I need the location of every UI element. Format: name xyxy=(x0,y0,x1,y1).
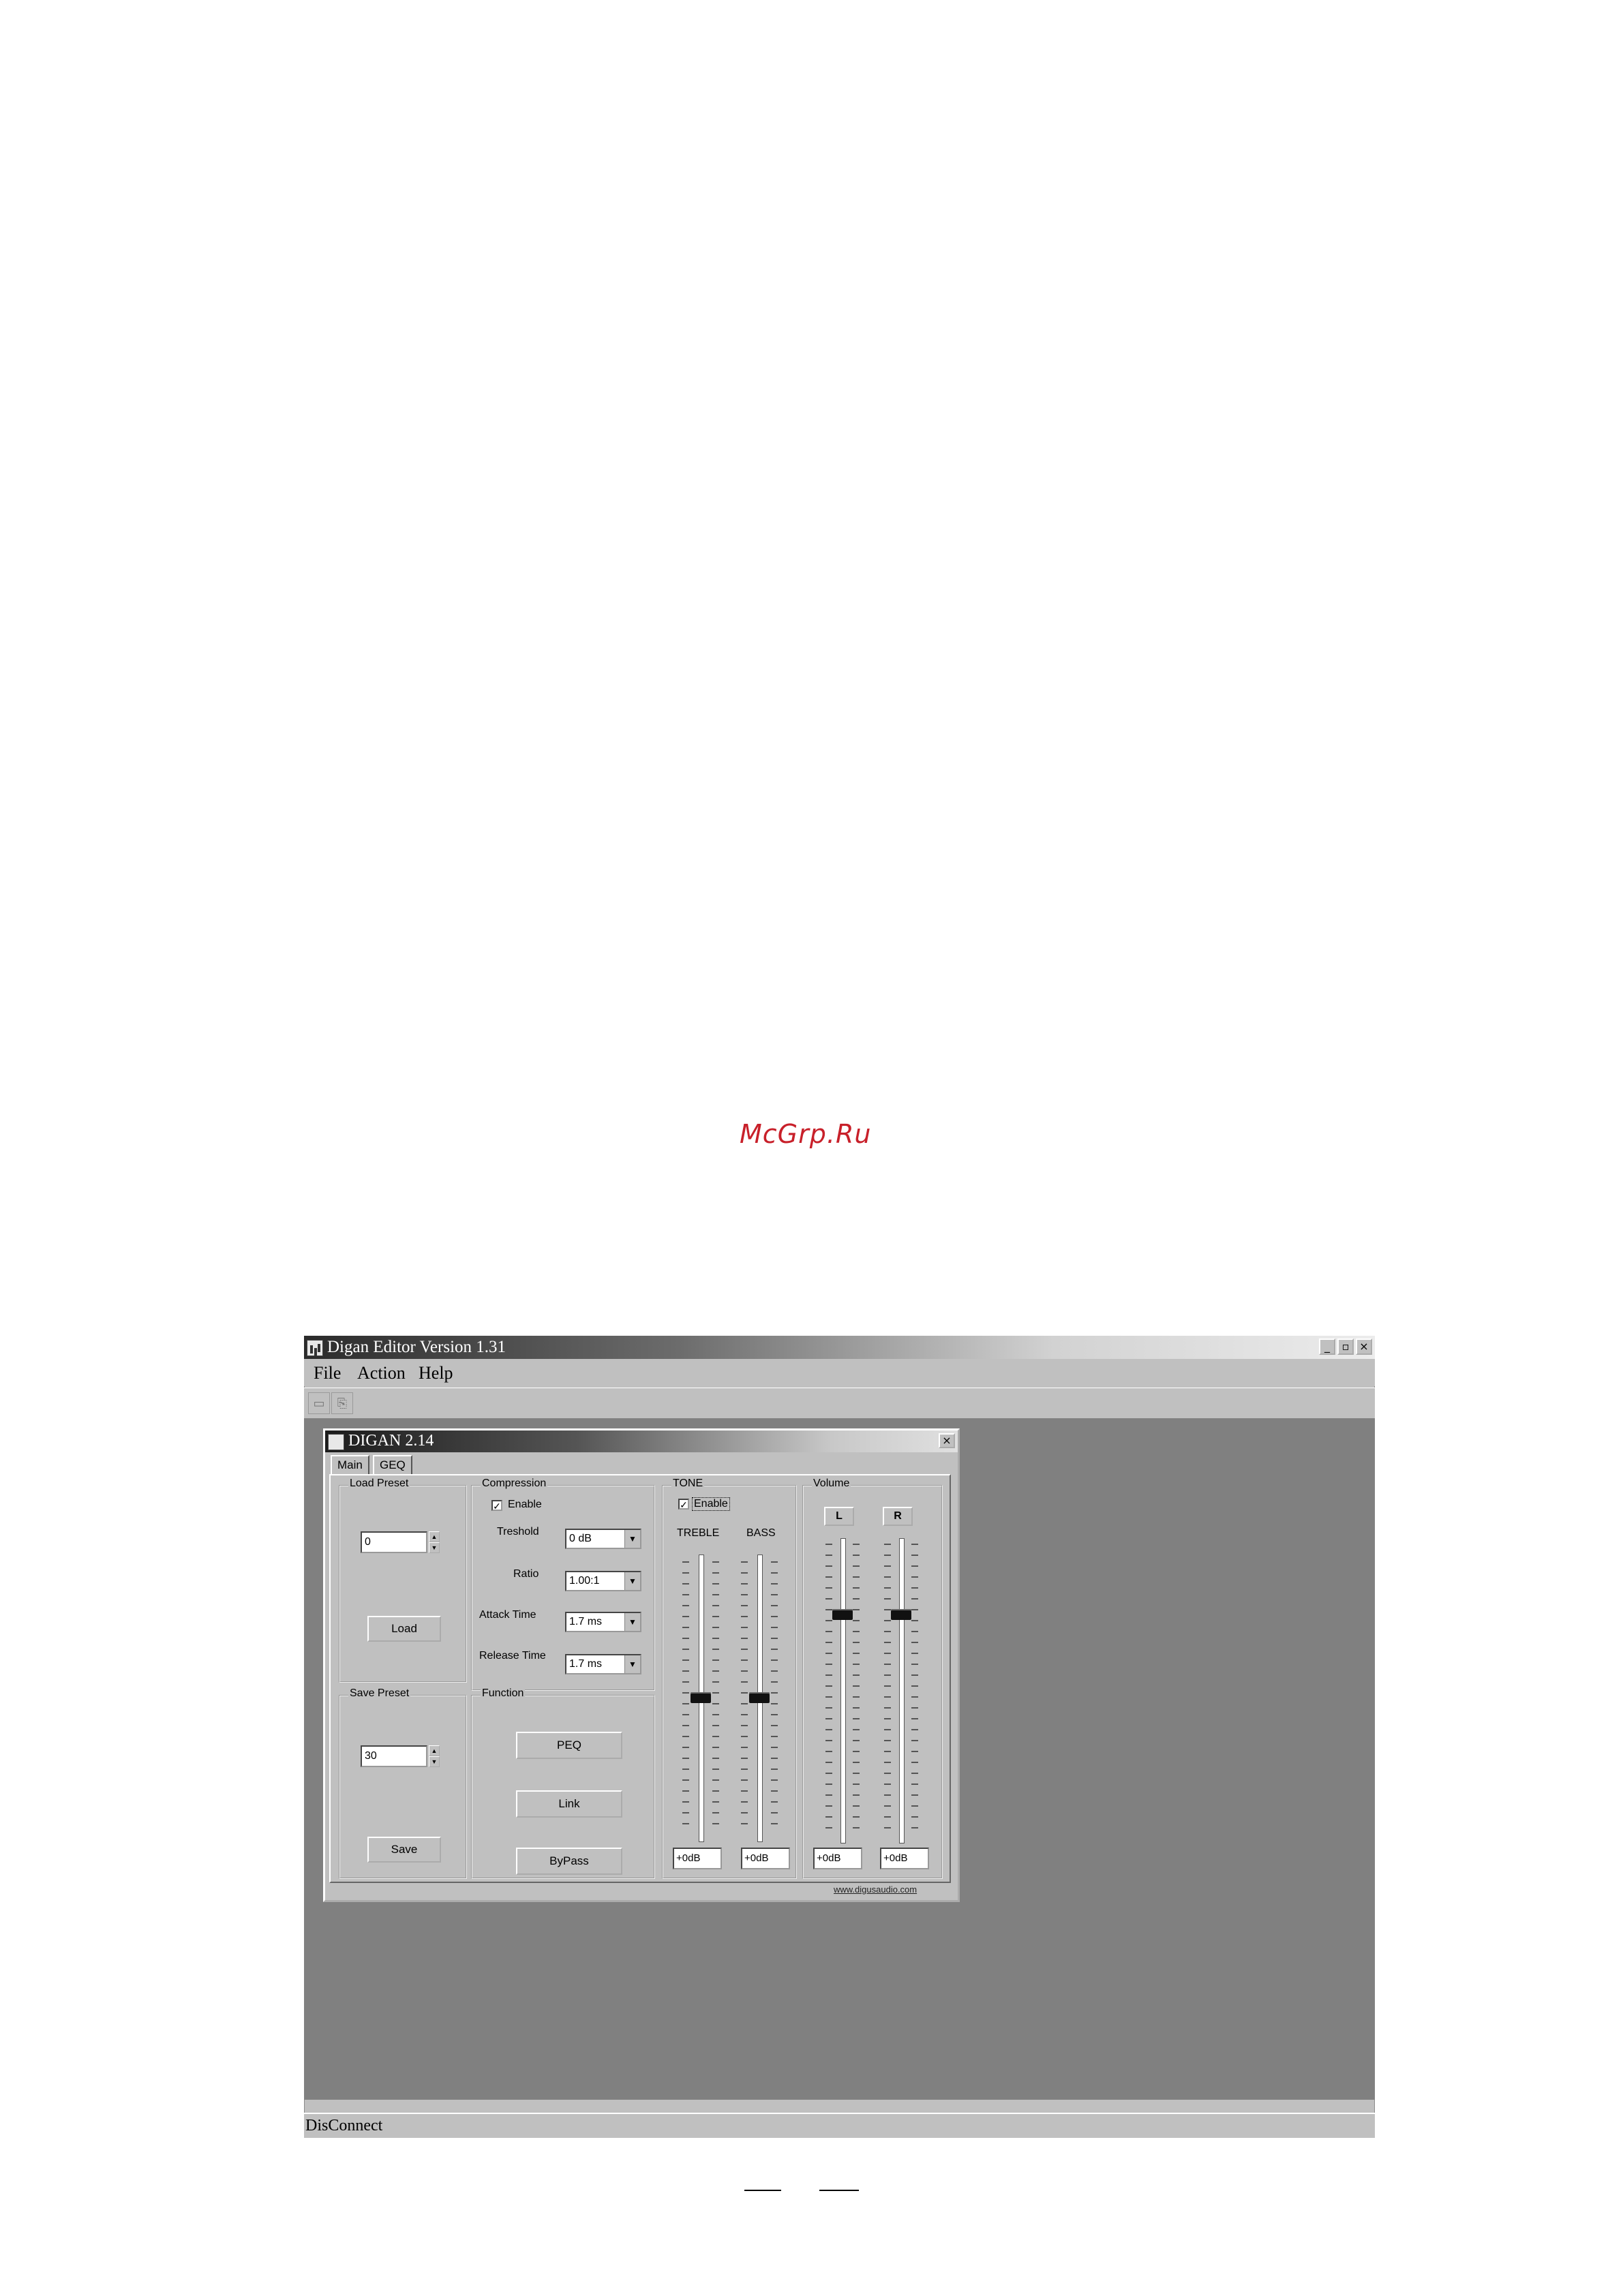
child-close-button[interactable]: × xyxy=(939,1433,955,1448)
ratio-label: Ratio xyxy=(513,1568,539,1580)
app-titlebar[interactable]: Digan Editor Version 1.31 _ ▫ × xyxy=(304,1336,1375,1359)
function-group: Function PEQ Link ByPass xyxy=(471,1687,655,1879)
bass-value[interactable]: +0dB xyxy=(741,1848,790,1869)
chevron-down-icon: ▼ xyxy=(624,1613,640,1631)
bass-label: BASS xyxy=(746,1527,776,1539)
load-preset-spinner[interactable]: ▲ ▼ xyxy=(429,1531,440,1553)
treble-ticks-left xyxy=(682,1561,689,1834)
tone-label: TONE xyxy=(671,1478,705,1490)
load-preset-label: Load Preset xyxy=(348,1478,410,1490)
chevron-down-icon: ▼ xyxy=(624,1572,640,1590)
app-icon xyxy=(307,1340,323,1356)
watermark: McGrp.Ru xyxy=(740,1119,872,1149)
volume-right-header: R xyxy=(883,1507,913,1526)
volume-right-slider[interactable] xyxy=(891,1608,911,1620)
volume-right-ticks-left xyxy=(884,1544,891,1837)
website-link[interactable]: www.digusaudio.com xyxy=(834,1884,917,1895)
close-button[interactable]: × xyxy=(1356,1338,1372,1355)
attack-time-value: 1.7 ms xyxy=(569,1616,603,1627)
tone-group: TONE ✓ Enable TREBLE BASS +0dB +0dB xyxy=(662,1478,797,1879)
bass-ticks-right xyxy=(771,1561,778,1834)
tab-geq[interactable]: GEQ xyxy=(373,1455,412,1474)
volume-right-value[interactable]: +0dB xyxy=(880,1848,929,1869)
treble-value[interactable]: +0dB xyxy=(673,1848,722,1869)
main-tab-panel: Load Preset 0 ▲ ▼ Load Save Preset 30 ▲ ▼ … xyxy=(329,1474,951,1883)
function-label: Function xyxy=(481,1687,526,1700)
volume-left-track xyxy=(840,1538,846,1843)
connection-status: DisConnect xyxy=(305,2117,383,2134)
child-title: DIGAN 2.14 xyxy=(348,1432,434,1450)
chevron-down-icon: ▼ xyxy=(624,1655,640,1673)
digan-child-window: DIGAN 2.14 × Main GEQ Load Preset 0 ▲ ▼ L… xyxy=(323,1428,960,1902)
bypass-button[interactable]: ByPass xyxy=(516,1848,622,1875)
tab-main[interactable]: Main xyxy=(331,1455,369,1474)
load-preset-group: Load Preset 0 ▲ ▼ Load xyxy=(339,1478,467,1683)
volume-left-header: L xyxy=(824,1507,854,1526)
page-number-line-left xyxy=(744,2190,781,2191)
release-time-select[interactable]: 1.7 ms ▼ xyxy=(565,1654,641,1674)
menu-bar: File Action Help xyxy=(304,1359,1375,1386)
app-title: Digan Editor Version 1.31 xyxy=(327,1338,506,1356)
ratio-value: 1.00:1 xyxy=(569,1575,600,1587)
connect-icon[interactable]: ▭ xyxy=(308,1392,330,1414)
volume-left-slider[interactable] xyxy=(832,1608,853,1620)
ratio-select[interactable]: 1.00:1 ▼ xyxy=(565,1571,641,1591)
menu-help[interactable]: Help xyxy=(419,1363,453,1383)
status-bar: DisConnect xyxy=(304,2113,1375,2138)
attack-time-select[interactable]: 1.7 ms ▼ xyxy=(565,1612,641,1632)
menu-action[interactable]: Action xyxy=(357,1363,406,1383)
toolbar: ▭ ⎘ xyxy=(304,1388,1375,1419)
tone-enable-checkbox[interactable]: ✓ xyxy=(678,1499,689,1510)
threshold-select[interactable]: 0 dB ▼ xyxy=(565,1529,641,1549)
volume-left-value[interactable]: +0dB xyxy=(813,1848,862,1869)
treble-ticks-right xyxy=(712,1561,719,1834)
volume-label: Volume xyxy=(812,1478,851,1490)
load-preset-input[interactable]: 0 xyxy=(361,1531,427,1553)
volume-left-ticks-right xyxy=(853,1544,860,1837)
disconnect-icon[interactable]: ⎘ xyxy=(331,1392,353,1414)
attack-time-label: Attack Time xyxy=(479,1609,536,1621)
volume-left-ticks-left xyxy=(825,1544,832,1837)
bass-ticks-left xyxy=(741,1561,748,1834)
release-time-value: 1.7 ms xyxy=(569,1658,603,1670)
page-number-line-right xyxy=(819,2190,859,2191)
release-time-label: Release Time xyxy=(479,1650,546,1662)
volume-group: Volume L R +0dB +0dB xyxy=(802,1478,943,1879)
compression-group: Compression ✓ Enable Treshold 0 dB ▼ Rati… xyxy=(471,1478,655,1691)
child-app-icon xyxy=(328,1434,344,1450)
treble-slider[interactable] xyxy=(691,1692,711,1703)
save-preset-label: Save Preset xyxy=(348,1687,411,1700)
chevron-down-icon: ▼ xyxy=(624,1530,640,1548)
threshold-label: Treshold xyxy=(497,1526,539,1537)
bass-slider[interactable] xyxy=(749,1692,770,1703)
volume-right-ticks-right xyxy=(911,1544,918,1837)
save-preset-group: Save Preset 30 ▲ ▼ Save xyxy=(339,1687,467,1879)
app-window: Digan Editor Version 1.31 _ ▫ × File Act… xyxy=(304,1336,1375,2138)
menu-file[interactable]: File xyxy=(314,1363,341,1383)
save-button[interactable]: Save xyxy=(367,1837,441,1863)
save-preset-input[interactable]: 30 xyxy=(361,1745,427,1767)
compression-enable-checkbox[interactable]: ✓ xyxy=(491,1500,502,1511)
save-preset-spinner[interactable]: ▲ ▼ xyxy=(429,1745,440,1767)
minimize-button[interactable]: _ xyxy=(1319,1338,1335,1355)
child-titlebar[interactable]: DIGAN 2.14 × xyxy=(325,1430,958,1452)
compression-label: Compression xyxy=(481,1478,548,1490)
restore-button[interactable]: ▫ xyxy=(1337,1338,1354,1355)
compression-enable-label: Enable xyxy=(508,1499,542,1510)
threshold-value: 0 dB xyxy=(569,1533,592,1544)
link-button[interactable]: Link xyxy=(516,1790,622,1818)
load-button[interactable]: Load xyxy=(367,1616,441,1642)
tone-enable-label: Enable xyxy=(692,1497,730,1511)
volume-right-track xyxy=(899,1538,905,1843)
treble-label: TREBLE xyxy=(677,1527,720,1539)
peq-button[interactable]: PEQ xyxy=(516,1732,622,1759)
